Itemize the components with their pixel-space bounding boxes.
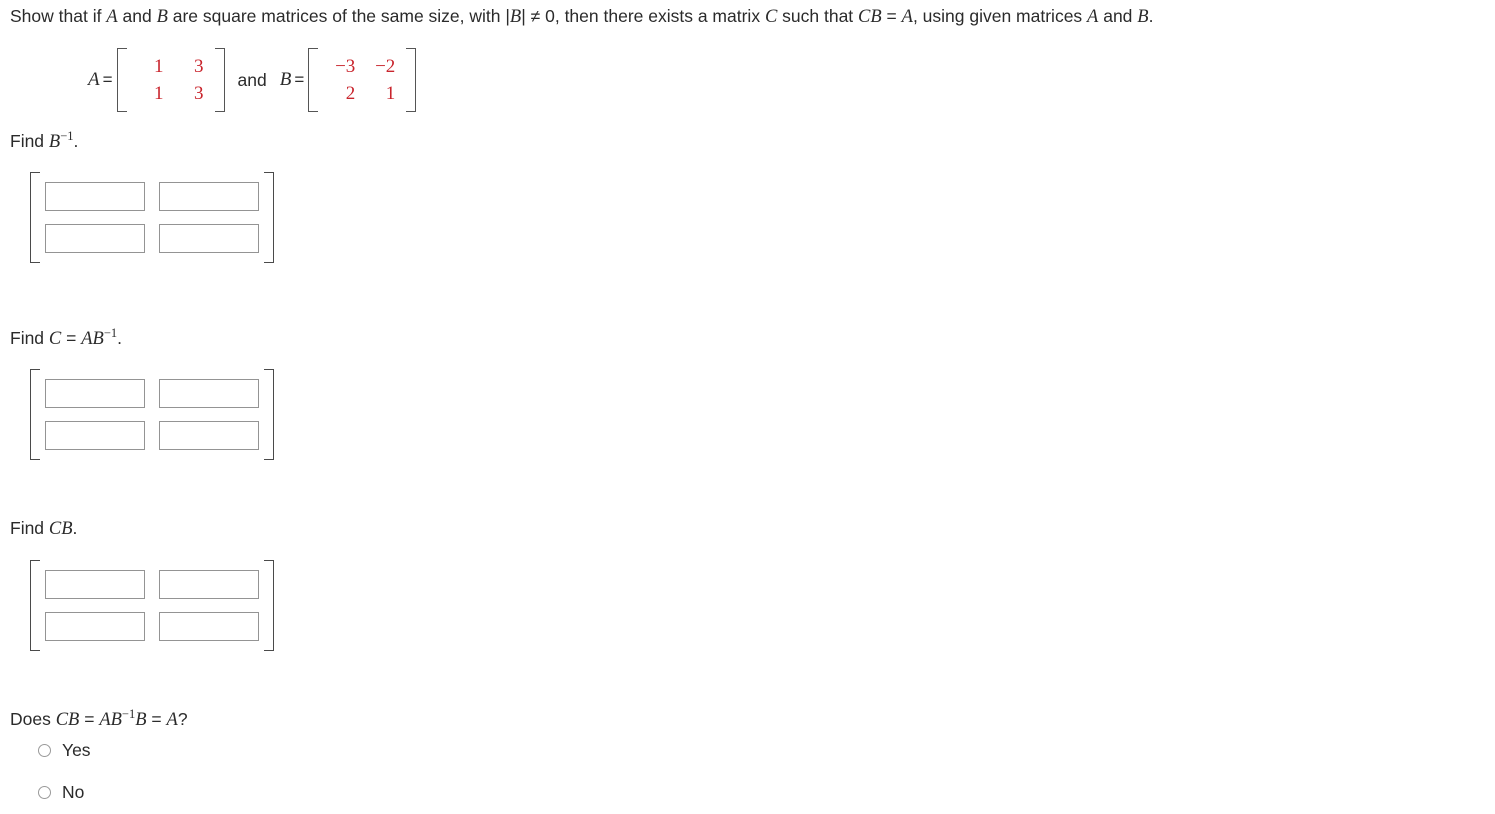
statement-text-7: , using given matrices [912, 6, 1088, 26]
statement-var-b3: B [1137, 7, 1149, 27]
find-prefix: Find [10, 518, 49, 538]
label-find-c: Find C = AB−1. [10, 327, 122, 350]
find-var: B [48, 132, 61, 152]
find-exponent: −1 [60, 129, 74, 144]
radio-option-yes[interactable]: Yes [38, 740, 91, 760]
final-q-ab: AB [99, 710, 122, 730]
answer-matrix-cb [30, 560, 274, 651]
matrix-b-cell: 2 [345, 83, 356, 104]
matrix-b-cell: −3 [335, 56, 356, 77]
matrix-b-equals: = [294, 70, 305, 89]
statement-var-c: C [764, 7, 778, 27]
given-matrices: A = 1 3 1 3 and B = −3 −2 2 1 [88, 48, 417, 112]
matrix-a-cell: 3 [194, 83, 204, 104]
final-q-cb: CB [55, 710, 80, 730]
input-b-inv-r2c1[interactable] [45, 224, 145, 253]
matrix-a-cell: 3 [194, 56, 204, 77]
final-question: Does CB = AB−1B = A? [10, 707, 188, 731]
statement-var-cb: CB [858, 7, 882, 27]
left-bracket-icon [30, 560, 40, 651]
input-c-r2c2[interactable] [159, 421, 259, 450]
answer-matrix-c [30, 369, 274, 460]
final-q-mark: ? [177, 709, 188, 729]
input-b-inv-r1c1[interactable] [45, 182, 145, 211]
statement-text-3: are square matrices of the same size, wi… [167, 6, 510, 26]
find-middle: = [61, 328, 82, 348]
right-bracket-icon [264, 369, 274, 460]
and-conjunction: and [237, 69, 267, 90]
find-prefix: Find [10, 328, 49, 348]
statement-text-8: and [1098, 6, 1138, 26]
answer-matrix-b-inverse [30, 172, 274, 263]
statement-text-9: . [1148, 6, 1154, 26]
final-q-b: B [135, 710, 147, 730]
statement-text-5: such that [777, 6, 859, 26]
find-suffix: . [117, 328, 122, 348]
final-q-exponent: −1 [121, 707, 136, 722]
find-exponent: −1 [103, 326, 118, 341]
input-cb-r2c1[interactable] [45, 612, 145, 641]
matrix-b-cell: 1 [385, 83, 396, 104]
radio-circle-icon[interactable] [38, 743, 51, 757]
left-bracket-icon [116, 48, 127, 112]
input-cb-r1c2[interactable] [159, 570, 259, 599]
matrix-a-cell: 1 [154, 83, 164, 104]
statement-var-b: B [156, 7, 168, 27]
matrix-b-label: B [279, 69, 292, 90]
label-find-cb: Find CB. [10, 517, 77, 540]
find-var: C [48, 329, 62, 349]
find-var2: AB [81, 329, 104, 349]
input-cb-r2c2[interactable] [159, 612, 259, 641]
statement-text-1: Show that if [10, 6, 107, 26]
matrix-a-cell: 1 [154, 56, 164, 77]
input-c-r1c1[interactable] [45, 379, 145, 408]
statement-text-2: and [117, 6, 157, 26]
find-suffix: . [72, 518, 78, 538]
find-suffix: . [73, 131, 79, 151]
statement-var-a3: A [1087, 7, 1099, 27]
statement-var-a2: A [901, 7, 913, 27]
final-q-eq1: = [79, 709, 100, 729]
right-bracket-icon [264, 560, 274, 651]
matrix-a: 1 3 1 3 [116, 48, 225, 112]
left-bracket-icon [30, 172, 40, 263]
statement-text-4: | ≠ 0, then there exists a matrix [521, 6, 765, 26]
radio-circle-icon[interactable] [38, 785, 51, 799]
radio-label-yes: Yes [62, 740, 91, 760]
matrix-b: −3 −2 2 1 [308, 48, 417, 112]
final-q-prefix: Does [10, 709, 56, 729]
right-bracket-icon [406, 48, 417, 112]
input-b-inv-r2c2[interactable] [159, 224, 259, 253]
input-c-r2c1[interactable] [45, 421, 145, 450]
right-bracket-icon [214, 48, 225, 112]
radio-option-no[interactable]: No [38, 782, 84, 802]
input-cb-r1c1[interactable] [45, 570, 145, 599]
input-b-inv-r1c2[interactable] [159, 182, 259, 211]
left-bracket-icon [30, 369, 40, 460]
final-q-eq2: = [146, 709, 167, 729]
matrix-a-label: A [88, 69, 100, 90]
right-bracket-icon [264, 172, 274, 263]
statement-text-6: = [881, 6, 902, 26]
find-prefix: Find [10, 131, 49, 151]
statement-var-b-det: B [509, 7, 522, 27]
statement-var-a: A [106, 7, 118, 27]
problem-statement: Show that if A and B are square matrices… [10, 4, 1153, 29]
input-c-r1c2[interactable] [159, 379, 259, 408]
matrix-a-equals: = [102, 70, 113, 89]
find-var: CB [48, 519, 73, 539]
matrix-b-cell: −2 [375, 56, 396, 77]
left-bracket-icon [308, 48, 319, 112]
radio-label-no: No [62, 782, 85, 802]
label-find-b-inverse: Find B−1. [10, 130, 78, 153]
final-q-a: A [166, 710, 178, 730]
